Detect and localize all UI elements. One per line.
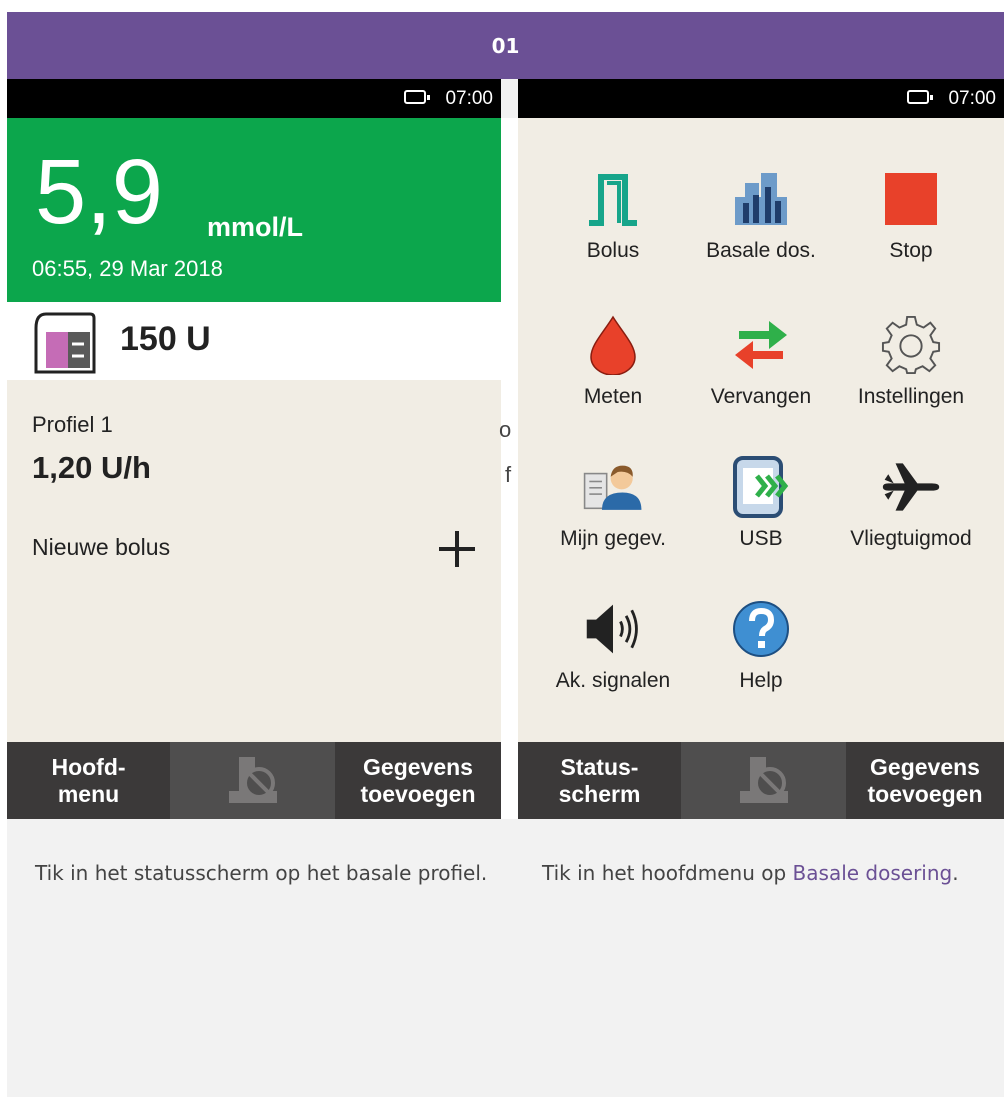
gear-icon	[881, 315, 941, 375]
menu-label: USB	[739, 527, 783, 550]
caption-right-prefix: Tik in het hoofdmenu op	[542, 861, 787, 885]
blood-drop-icon	[590, 315, 636, 375]
bottom-bar: Hoofd- menu Gegevens toevoegen	[7, 742, 501, 819]
menu-item-measure[interactable]: Meten	[538, 315, 688, 409]
menu-label: Basale dos.	[706, 239, 816, 262]
battery-icon	[907, 90, 933, 104]
bolus-icon	[589, 174, 637, 226]
caption-left: Tik in het statusscherm op het basale pr…	[35, 861, 488, 885]
menu-label: Vervangen	[710, 385, 812, 408]
step-header: 01	[7, 12, 1004, 79]
status-bar-right: 07:00	[518, 79, 1004, 118]
cartridge-panel[interactable]: 150 U	[7, 302, 501, 380]
menu-item-airplane-mode[interactable]: Vliegtuigmod	[836, 457, 986, 551]
menu-label: Ak. signalen	[555, 669, 671, 692]
menu-item-help[interactable]: Help	[686, 599, 836, 693]
basal-dosing-link[interactable]: Basale dosering	[793, 861, 953, 885]
pump-stop-icon	[228, 756, 277, 803]
stop-icon	[885, 173, 937, 225]
status-screen-button[interactable]: Status- scherm	[518, 742, 681, 819]
user-profile-icon	[583, 465, 642, 510]
status-label-1: Status-	[560, 754, 639, 781]
glucose-panel[interactable]: 5,9 mmol/L 06:55, 29 Mar 2018	[7, 118, 501, 302]
menu-item-replace[interactable]: Vervangen	[686, 315, 836, 409]
menu-label: Help	[739, 669, 783, 692]
glucose-timestamp: 06:55, 29 Mar 2018	[32, 256, 223, 281]
clock: 07:00	[445, 88, 493, 109]
caption-right-suffix: .	[952, 861, 959, 885]
menu-label: Meten	[583, 385, 643, 408]
help-icon	[733, 601, 789, 657]
battery-icon	[404, 90, 430, 104]
menu-item-my-data[interactable]: Mijn gegev.	[538, 457, 688, 551]
main-menu-screen: 07:00 Bolus Basale dos. Stop Meten Verva…	[518, 79, 1004, 819]
cartridge-icon	[34, 312, 96, 374]
status-screen: 07:00 5,9 mmol/L 06:55, 29 Mar 2018 150 …	[7, 79, 501, 819]
glucose-unit: mmol/L	[207, 212, 304, 242]
pump-disabled-button[interactable]	[170, 742, 335, 819]
add-data-button[interactable]: Gegevens toevoegen	[335, 742, 501, 819]
clock-right: 07:00	[948, 88, 996, 109]
step-card: 01 07:00 5,9 mmol/L 06:55, 29 Mar 2018 1…	[7, 12, 1004, 1097]
speaker-icon	[586, 604, 638, 654]
add-data-label-1: Gegevens	[363, 754, 473, 781]
pump-stop-icon	[739, 756, 788, 803]
menu-item-usb[interactable]: USB	[686, 456, 836, 551]
main-menu-label-1: Hoofd-	[51, 754, 126, 781]
menu-label: Instellingen	[857, 385, 965, 408]
airplane-icon	[882, 463, 940, 511]
add-bolus-icon[interactable]	[437, 529, 477, 569]
add-data-button-right[interactable]: Gegevens toevoegen	[846, 742, 1004, 819]
basal-rate-icon	[735, 173, 787, 225]
menu-label: Bolus	[586, 239, 640, 262]
status-bar: 07:00	[7, 79, 501, 118]
pump-disabled-button-right[interactable]	[681, 742, 846, 819]
menu-item-settings[interactable]: Instellingen	[836, 315, 986, 409]
menu-label: Stop	[889, 239, 933, 262]
exchange-arrows-icon	[735, 321, 787, 369]
step-number: 01	[491, 33, 520, 58]
add-data-label-2: toevoegen	[360, 780, 476, 807]
caption-right: Tik in het hoofdmenu op Basale dosering.	[542, 852, 982, 895]
menu-item-basal[interactable]: Basale dos.	[686, 169, 836, 263]
basal-rate[interactable]: 1,20 U/h	[32, 450, 151, 486]
status-label-2: scherm	[558, 780, 641, 807]
stray-char-o: o	[499, 417, 512, 442]
glucose-value: 5,9	[35, 141, 163, 243]
add-data-label-1: Gegevens	[870, 754, 980, 781]
menu-item-bolus[interactable]: Bolus	[538, 169, 688, 263]
menu-item-stop[interactable]: Stop	[836, 169, 986, 263]
menu-label: Vliegtuigmod	[850, 527, 972, 550]
menu-label: Mijn gegev.	[560, 527, 666, 550]
main-menu-button[interactable]: Hoofd- menu	[7, 742, 170, 819]
new-bolus-label[interactable]: Nieuwe bolus	[32, 534, 170, 561]
menu-item-signals[interactable]: Ak. signalen	[538, 599, 688, 693]
add-data-label-2: toevoegen	[867, 780, 983, 807]
insulin-amount: 150 U	[120, 320, 211, 358]
bottom-bar-right: Status- scherm Gegevens toevoegen	[518, 742, 1004, 819]
stray-char-f: f	[505, 462, 512, 487]
main-menu-label-2: menu	[57, 780, 120, 807]
basal-profile-name[interactable]: Profiel 1	[32, 412, 113, 438]
usb-device-icon	[733, 456, 789, 518]
